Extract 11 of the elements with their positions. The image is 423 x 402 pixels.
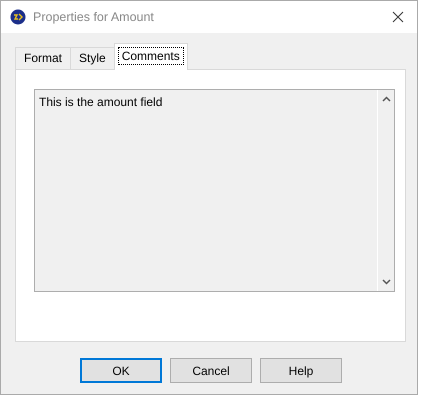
tab[interactable]: Format [15, 47, 72, 69]
close-icon[interactable] [392, 11, 404, 23]
dialog-button[interactable]: OK [80, 358, 162, 383]
scroll-up-icon[interactable] [382, 96, 390, 102]
dialog-button[interactable]: Help [260, 358, 342, 383]
scroll-down-icon[interactable] [382, 279, 390, 285]
window-title: Properties for Amount [33, 8, 155, 26]
dialog-button[interactable]: Cancel [170, 358, 252, 383]
tab[interactable]: Comments [114, 43, 188, 70]
app-icon [10, 9, 26, 25]
comments-field[interactable]: This is the amount field [34, 89, 395, 292]
